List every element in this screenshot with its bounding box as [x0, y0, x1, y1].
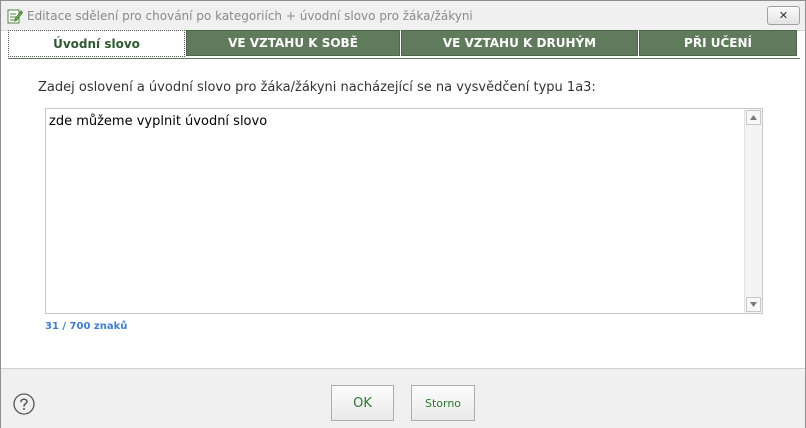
ok-button-label: OK [353, 395, 372, 411]
arrow-up-icon [750, 115, 757, 120]
close-button[interactable]: ✕ [767, 6, 800, 25]
window-title: Editace sdělení pro chování po kategorií… [27, 9, 473, 23]
tab-label: VE VZTAHU K SOBĚ [228, 36, 358, 50]
tab-label: PŘI UČENÍ [684, 36, 752, 50]
arrow-down-icon [750, 302, 757, 307]
tab-pri-uceni[interactable]: PŘI UČENÍ [639, 30, 797, 56]
tab-label: Úvodní slovo [53, 36, 140, 51]
cancel-button-label: Storno [424, 396, 462, 410]
tab-ve-vztahu-k-druhym[interactable]: VE VZTAHU K DRUHÝM [401, 30, 638, 56]
char-counter: 31 / 700 znaků [45, 321, 128, 332]
scroll-up-button[interactable] [746, 110, 761, 125]
cancel-button[interactable]: Storno [411, 385, 475, 421]
prompt-label: Zadej oslovení a úvodní slovo pro žáka/ž… [38, 80, 596, 95]
tab-uvodni-slovo[interactable]: Úvodní slovo [8, 30, 185, 57]
title-bar: Editace sdělení pro chování po kategorií… [1, 1, 805, 31]
vertical-scrollbar[interactable] [744, 109, 762, 313]
tab-ve-vztahu-k-sobe[interactable]: VE VZTAHU K SOBĚ [186, 30, 400, 56]
intro-text-area[interactable]: zde můžeme vyplnit úvodní slovo [45, 108, 763, 314]
edit-notepad-icon [7, 8, 24, 24]
tab-bar: Úvodní slovo VE VZTAHU K SOBĚ VE VZTAHU … [8, 30, 800, 58]
scroll-down-button[interactable] [746, 297, 761, 312]
tab-label: VE VZTAHU K DRUHÝM [442, 36, 597, 50]
dialog-footer: OK Storno [1, 368, 805, 428]
intro-text-value: zde můžeme vyplnit úvodní slovo [49, 114, 268, 129]
dialog-window: Editace sdělení pro chování po kategorií… [0, 0, 806, 428]
close-icon: ✕ [778, 9, 789, 22]
help-question-icon[interactable] [13, 393, 35, 415]
ok-button[interactable]: OK [331, 385, 394, 421]
